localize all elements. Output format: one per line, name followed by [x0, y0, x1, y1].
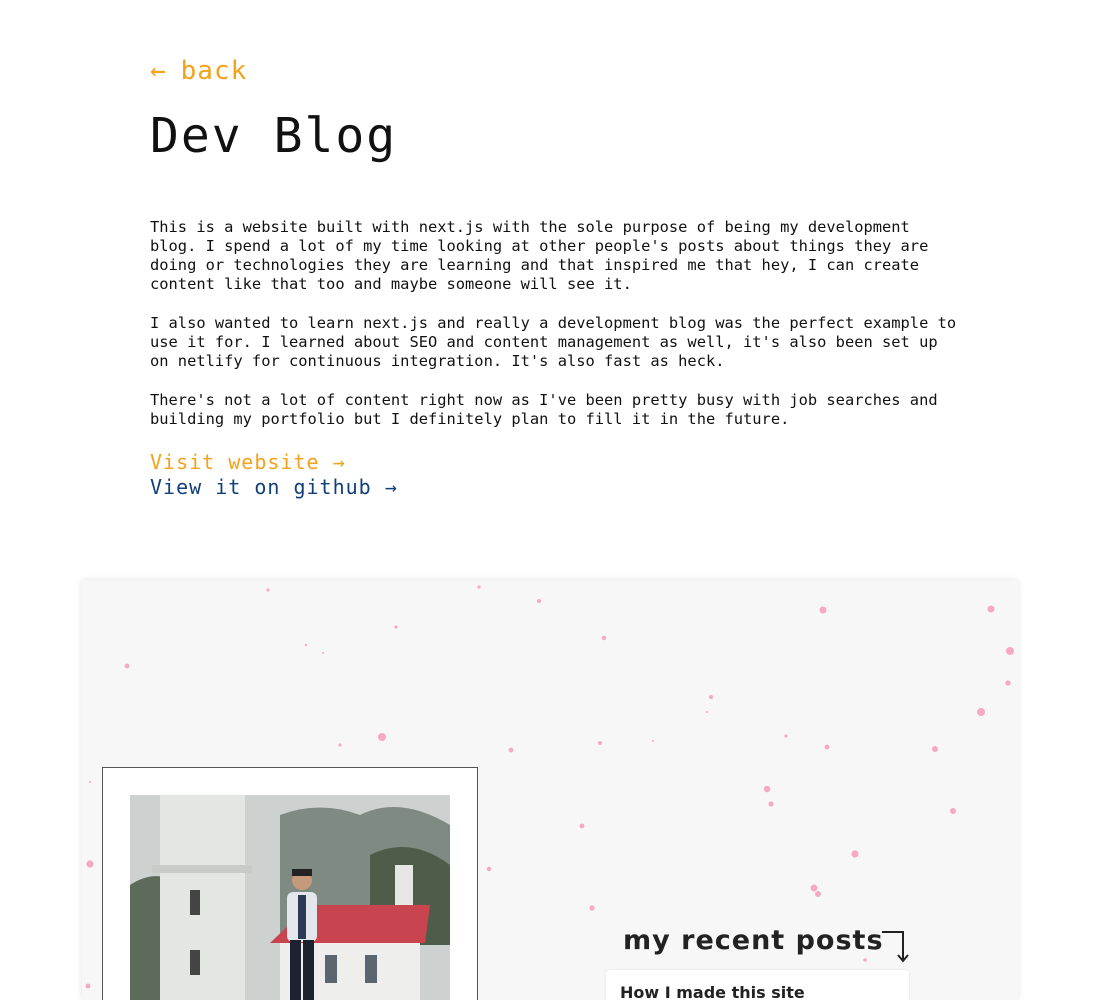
- recent-post-card[interactable]: How I made this site: [606, 970, 909, 1000]
- view-github-link[interactable]: View it on github →: [150, 475, 398, 500]
- polaroid-frame: [102, 767, 478, 1000]
- project-links: Visit website → View it on github →: [150, 450, 398, 500]
- page-title: Dev Blog: [150, 108, 398, 164]
- site-preview-screenshot: my recent posts How I made this site: [82, 580, 1018, 1000]
- corner-down-right-arrow-icon: [882, 931, 909, 963]
- recent-posts-heading: my recent posts: [623, 925, 884, 956]
- project-description: This is a website built with next.js wit…: [150, 218, 960, 449]
- profile-photo: [130, 795, 450, 1000]
- back-label: back: [180, 56, 248, 86]
- description-paragraph: This is a website built with next.js wit…: [150, 218, 929, 293]
- arrow-left-icon: ←: [150, 56, 167, 86]
- description-paragraph: I also wanted to learn next.js and reall…: [150, 314, 957, 370]
- profile-photo-illustration: [130, 795, 450, 1000]
- recent-post-title: How I made this site: [620, 983, 805, 1000]
- visit-website-link[interactable]: Visit website →: [150, 450, 398, 475]
- back-link[interactable]: ← back: [150, 56, 247, 86]
- description-paragraph: There's not a lot of content right now a…: [150, 391, 938, 428]
